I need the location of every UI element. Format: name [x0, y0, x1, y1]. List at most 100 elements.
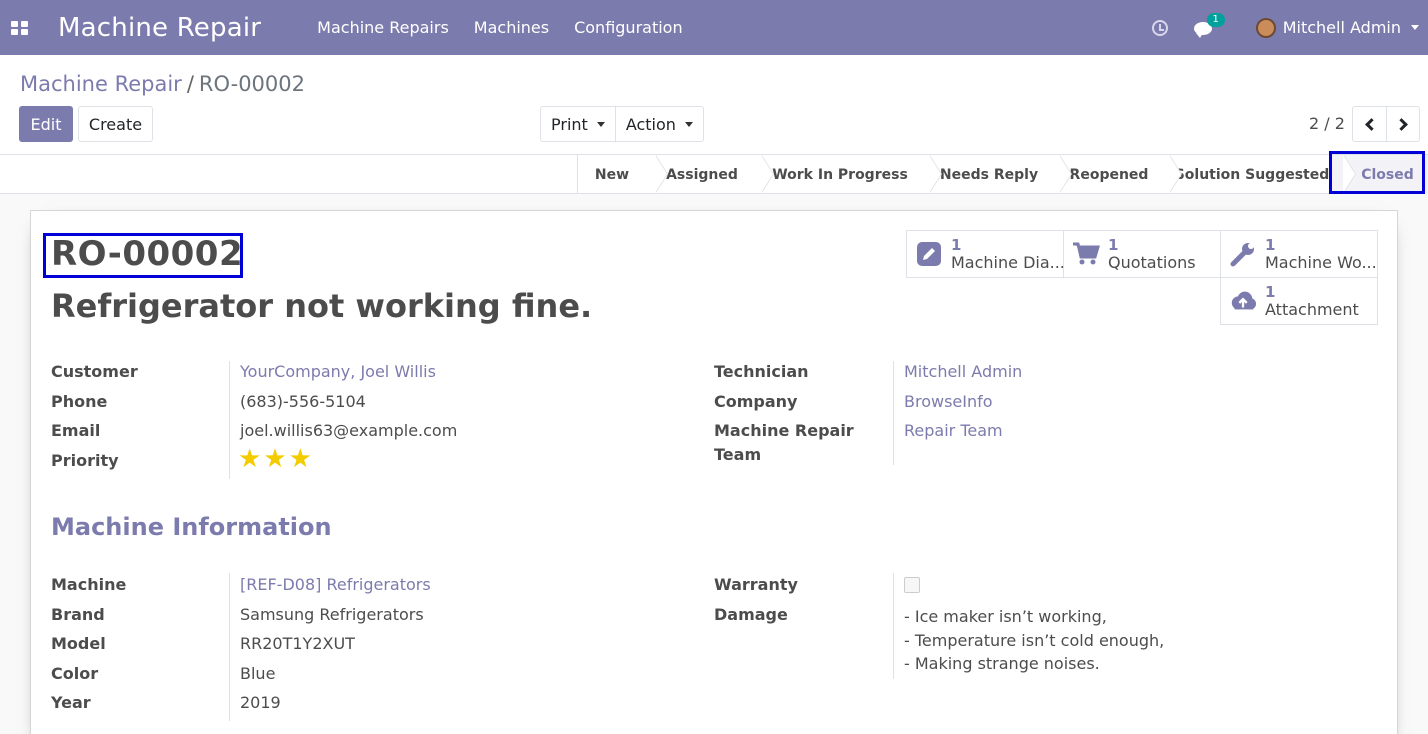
record-reference: RO-00002 [51, 234, 244, 274]
smart-button-count: 1 [1265, 236, 1276, 254]
brand-field[interactable]: Samsung Refrigerators [240, 605, 424, 624]
smart-button-count: 1 [951, 236, 962, 254]
pager-buttons [1352, 106, 1420, 142]
technician-field[interactable]: Mitchell Admin [904, 362, 1022, 381]
breadcrumb: Machine Repair / RO-00002 [20, 72, 305, 96]
star-icon[interactable]: ★ [238, 446, 261, 472]
action-dropdown[interactable]: Action [614, 107, 703, 141]
caret-down-icon [684, 121, 693, 127]
user-menu[interactable]: Mitchell Admin [1283, 18, 1401, 37]
stage-pipeline: New Assigned Work In Progress Needs Repl… [577, 155, 1428, 194]
damage-field[interactable]: - Ice maker isn’t working, - Temperature… [904, 605, 1164, 676]
priority-label: Priority [51, 451, 119, 470]
stage-label: Needs Reply [939, 166, 1039, 183]
pencil-square-icon [915, 241, 943, 267]
smart-button-label: Attachment [1265, 301, 1359, 319]
main-menu: Machine Repairs Machines Configuration [317, 18, 707, 37]
user-menu-caret-icon[interactable] [1411, 25, 1419, 30]
smart-button-label: Machine Wo... [1265, 254, 1377, 272]
smart-button-label: Machine Dia... [951, 254, 1063, 272]
warranty-field[interactable] [904, 577, 920, 593]
phone-label: Phone [51, 392, 108, 411]
edit-button[interactable]: Edit [19, 106, 73, 142]
damage-line: - Ice maker isn’t working, [904, 607, 1107, 626]
stage-work-in-progress[interactable]: Work In Progress [750, 155, 942, 194]
action-dropdowns: Print Action [540, 106, 704, 142]
model-field[interactable]: RR20T1Y2XUT [240, 634, 355, 653]
shopping-cart-icon [1072, 241, 1100, 267]
machine-field[interactable]: [REF-D08] Refrigerators [240, 575, 431, 594]
menu-machine-repairs[interactable]: Machine Repairs [317, 18, 449, 37]
stage-label: Closed [1361, 166, 1414, 183]
machine-diagnosis-smart-button[interactable]: 1 Machine Dia... [906, 230, 1064, 278]
chevron-left-icon [1365, 117, 1378, 131]
repair-team-field[interactable]: Repair Team [904, 421, 1003, 440]
print-dropdown[interactable]: Print [541, 107, 615, 141]
technician-label: Technician [714, 362, 809, 381]
smart-button-count: 1 [1108, 236, 1119, 254]
attachment-smart-button[interactable]: 1 Attachment [1220, 277, 1378, 325]
damage-label: Damage [714, 605, 788, 624]
email-label: Email [51, 421, 101, 440]
field-divider [893, 573, 894, 679]
wrench-icon [1229, 241, 1257, 267]
field-divider [229, 573, 230, 721]
stage-new[interactable]: New [578, 155, 668, 194]
stage-solution-suggested[interactable]: Solution Suggested [1158, 155, 1356, 194]
company-label: Company [714, 392, 798, 411]
menu-machines[interactable]: Machines [474, 18, 549, 37]
team-label-line2: Team [714, 445, 762, 464]
star-icon[interactable]: ★ [263, 446, 286, 472]
customer-field[interactable]: YourCompany, Joel Willis [240, 362, 436, 381]
apps-menu-icon[interactable] [11, 20, 29, 35]
year-field[interactable]: 2019 [240, 693, 281, 712]
pager-previous-button[interactable] [1353, 107, 1386, 141]
create-button[interactable]: Create [78, 106, 153, 142]
pager-value[interactable]: 2 / 2 [1309, 114, 1345, 133]
top-navbar: Machine Repair Machine Repairs Machines … [0, 0, 1428, 55]
messaging-button[interactable]: 1 [1193, 12, 1225, 38]
stage-label: Solution Suggested [1174, 166, 1330, 183]
stage-label: Reopened [1069, 166, 1149, 183]
color-field[interactable]: Blue [240, 664, 275, 683]
smart-button-count: 1 [1265, 283, 1276, 301]
record-title: Refrigerator not working fine. [51, 287, 593, 325]
quotations-smart-button[interactable]: 1 Quotations [1063, 230, 1221, 278]
star-icon[interactable]: ★ [289, 446, 312, 472]
form-sheet: RO-00002 Refrigerator not working fine. … [30, 210, 1398, 734]
color-label: Color [51, 664, 99, 683]
stage-label: Assigned [666, 166, 738, 183]
damage-line: - Making strange noises. [904, 654, 1100, 673]
machine-work-orders-smart-button[interactable]: 1 Machine Wo... [1220, 230, 1378, 278]
print-label: Print [551, 114, 588, 134]
smart-button-label: Quotations [1108, 254, 1196, 272]
app-title[interactable]: Machine Repair [58, 13, 261, 43]
field-divider [893, 361, 894, 465]
machine-information-heading: Machine Information [51, 513, 332, 541]
phone-field[interactable]: (683)-556-5104 [240, 392, 366, 411]
warranty-label: Warranty [714, 575, 798, 594]
caret-down-icon [596, 121, 605, 127]
field-divider [229, 361, 230, 479]
breadcrumb-parent[interactable]: Machine Repair [20, 72, 182, 96]
action-label: Action [625, 114, 676, 134]
model-label: Model [51, 634, 106, 653]
email-field[interactable]: joel.willis63@example.com [240, 421, 457, 440]
customer-label: Customer [51, 362, 138, 381]
control-panel: Machine Repair / RO-00002 Edit Create Prin… [0, 55, 1428, 155]
activities-clock-icon[interactable] [1151, 19, 1168, 36]
status-bar: New Assigned Work In Progress Needs Repl… [0, 155, 1428, 194]
company-field[interactable]: BrowseInfo [904, 392, 993, 411]
user-avatar[interactable] [1255, 17, 1276, 38]
warranty-checkbox[interactable] [904, 577, 920, 593]
team-label-line1: Machine Repair [714, 421, 854, 440]
brand-label: Brand [51, 605, 105, 624]
priority-stars[interactable]: ★★★ [238, 446, 314, 472]
menu-configuration[interactable]: Configuration [574, 18, 683, 37]
chat-count-badge: 1 [1206, 12, 1225, 27]
stage-label: New [594, 166, 630, 183]
chevron-right-icon [1394, 117, 1408, 131]
pager-next-button[interactable] [1386, 107, 1419, 141]
stage-label: Work In Progress [772, 166, 908, 183]
damage-line: - Temperature isn’t cold enough, [904, 630, 1165, 650]
